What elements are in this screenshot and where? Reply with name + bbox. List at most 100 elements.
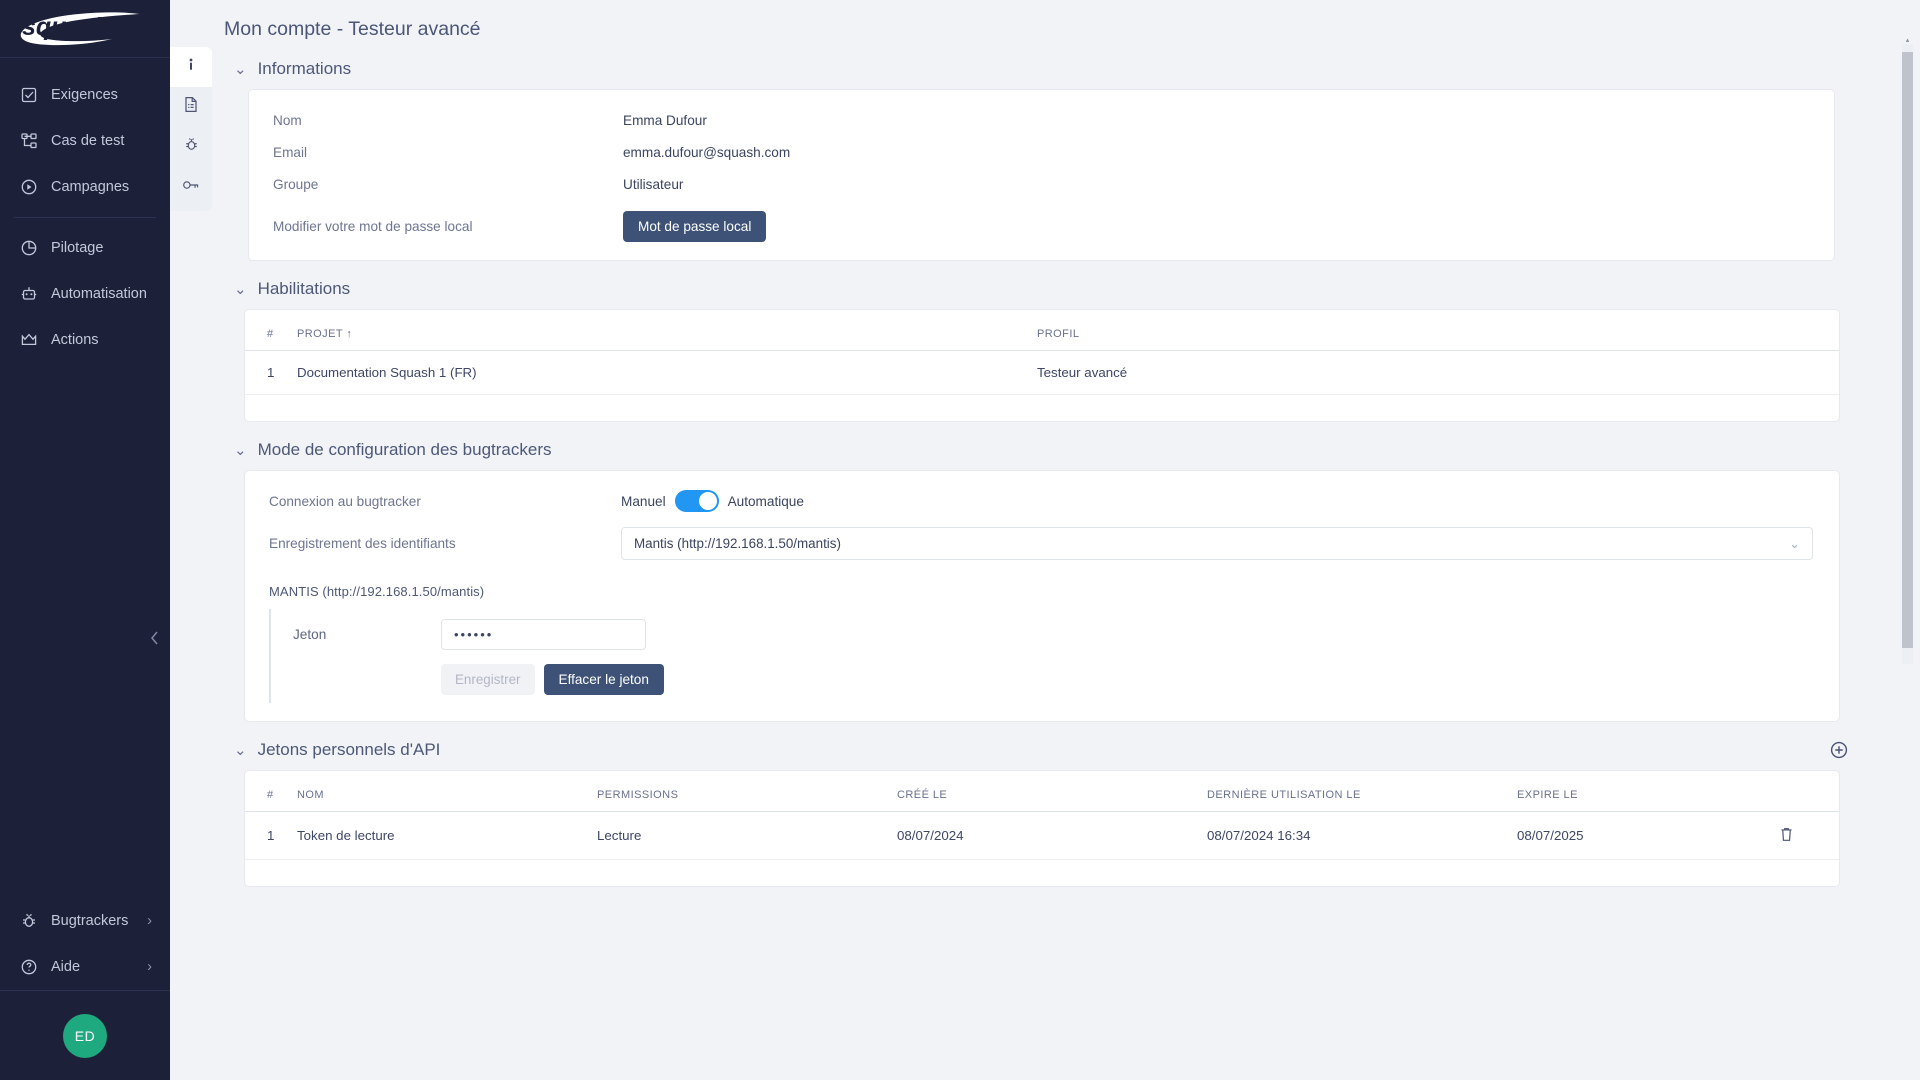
section-bugtrackers: ⌄ Mode de configuration des bugtrackers …: [212, 430, 1880, 722]
avatar-row: ED: [0, 990, 170, 1080]
sidebar-collapse-button[interactable]: [144, 628, 164, 648]
field-value: Emma Dufour: [623, 113, 707, 128]
bugtrackers-card: Connexion au bugtracker Manuel Automatiq…: [244, 470, 1840, 722]
table-row[interactable]: 1 Token de lecture Lecture 08/07/2024 08…: [245, 812, 1839, 860]
field-label: Modifier votre mot de passe local: [273, 219, 623, 234]
question-circle-icon: [19, 958, 38, 977]
row-enregistrement-identifiants: Enregistrement des identifiants Mantis (…: [245, 527, 1839, 560]
col-profil[interactable]: PROFIL: [1037, 310, 1839, 351]
rail-item-document[interactable]: [170, 87, 212, 127]
bugtracker-select[interactable]: Mantis (http://192.168.1.50/mantis) ⌄: [621, 527, 1813, 560]
pie-chart-icon: [19, 239, 38, 258]
cell-expire-le: 08/07/2025: [1517, 812, 1779, 860]
sidebar-item-label: Actions: [51, 332, 99, 348]
bug-icon: [183, 136, 200, 158]
field-value: emma.dufour@squash.com: [623, 145, 790, 160]
cell-projet: Documentation Squash 1 (FR): [297, 351, 1037, 395]
document-icon: [183, 96, 199, 118]
section-title: Informations: [258, 59, 352, 79]
section-header-habilitations[interactable]: ⌄ Habilitations: [212, 269, 1880, 309]
section-header-informations[interactable]: ⌄ Informations: [212, 49, 1880, 89]
rail-item-key[interactable]: [170, 167, 212, 207]
chevron-down-icon: ⌄: [234, 743, 247, 758]
field-value: Utilisateur: [623, 177, 683, 192]
habilitations-table: # PROJET ↑ PROFIL 1 Documentation Squash…: [245, 310, 1839, 395]
toggle-knob: [699, 492, 717, 510]
sidebar-item-bugtrackers[interactable]: Bugtrackers ›: [0, 898, 170, 944]
section-api-tokens: ⌄ Jetons personnels d'API # NOM PERMISSI…: [212, 730, 1880, 887]
col-projet[interactable]: PROJET ↑: [297, 310, 1037, 351]
section-header-api-tokens[interactable]: ⌄ Jetons personnels d'API: [212, 730, 1880, 770]
sidebar-item-label: Cas de test: [51, 133, 124, 149]
cell-nom: Token de lecture: [297, 812, 597, 860]
sidebar-item-actions[interactable]: Actions: [0, 317, 170, 363]
col-index[interactable]: #: [245, 771, 297, 812]
robot-icon: [19, 285, 38, 304]
sidebar-divider: [14, 217, 156, 218]
chevron-down-icon: ⌄: [234, 62, 247, 77]
connexion-toggle-group: Manuel Automatique: [621, 490, 804, 512]
col-cree-le[interactable]: CRÉÉ LE: [897, 771, 1207, 812]
sidebar-item-label: Pilotage: [51, 240, 103, 256]
vertical-scrollbar[interactable]: ▴: [1902, 44, 1913, 664]
scroll-up-arrow-icon[interactable]: ▴: [1902, 36, 1913, 44]
section-title: Jetons personnels d'API: [258, 740, 441, 760]
col-actions: [1779, 771, 1839, 812]
row-jeton: Jeton: [271, 615, 1839, 654]
toggle-off-label: Manuel: [621, 494, 666, 509]
clear-jeton-button[interactable]: Effacer le jeton: [544, 664, 664, 695]
local-password-button[interactable]: Mot de passe local: [623, 211, 766, 242]
main-scroll-area: Mon compte - Testeur avancé ⌄ Informatio…: [212, 0, 1920, 1080]
field-label: Nom: [273, 113, 623, 128]
col-permissions[interactable]: PERMISSIONS: [597, 771, 897, 812]
sidebar-item-automatisation[interactable]: Automatisation: [0, 271, 170, 317]
brand-logo[interactable]: squash squash: [0, 0, 170, 58]
field-label: Groupe: [273, 177, 623, 192]
field-label: Jeton: [293, 627, 441, 642]
col-expire-le[interactable]: EXPIRE LE: [1517, 771, 1779, 812]
field-label: Enregistrement des identifiants: [269, 536, 621, 551]
sidebar-item-label: Aide: [51, 959, 80, 975]
squash-logo-icon: squash squash: [14, 9, 146, 49]
col-derniere-utilisation[interactable]: DERNIÈRE UTILISATION LE: [1207, 771, 1517, 812]
table-footer-space: [245, 395, 1839, 421]
chevron-down-icon: ⌄: [234, 443, 247, 458]
cell-actions: [1779, 812, 1839, 860]
sidebar-item-cas-de-test[interactable]: Cas de test: [0, 118, 170, 164]
secondary-icon-rail: [170, 0, 212, 1080]
info-icon: [183, 57, 199, 78]
api-tokens-table: # NOM PERMISSIONS CRÉÉ LE DERNIÈRE UTILI…: [245, 771, 1839, 860]
col-index[interactable]: #: [245, 310, 297, 351]
sidebar-item-exigences[interactable]: Exigences: [0, 72, 170, 118]
scrollbar-thumb[interactable]: [1902, 52, 1913, 648]
avatar[interactable]: ED: [63, 1014, 107, 1058]
add-token-button[interactable]: [1830, 741, 1848, 759]
sidebar-item-label: Automatisation: [51, 286, 147, 302]
habilitations-card: # PROJET ↑ PROFIL 1 Documentation Squash…: [244, 309, 1840, 422]
table-header-row: # NOM PERMISSIONS CRÉÉ LE DERNIÈRE UTILI…: [245, 771, 1839, 812]
table-row[interactable]: 1 Documentation Squash 1 (FR) Testeur av…: [245, 351, 1839, 395]
sidebar-item-aide[interactable]: Aide ›: [0, 944, 170, 990]
save-jeton-button[interactable]: Enregistrer: [441, 664, 535, 695]
app-root: squash squash Exigences Cas de test: [0, 0, 1920, 1080]
chevron-right-icon: ›: [147, 913, 152, 929]
cell-derniere-utilisation: 08/07/2024 16:34: [1207, 812, 1517, 860]
jeton-input[interactable]: [441, 619, 646, 650]
select-value: Mantis (http://192.168.1.50/mantis): [634, 536, 841, 551]
section-title: Habilitations: [258, 279, 351, 299]
col-nom[interactable]: NOM: [297, 771, 597, 812]
row-connexion-bugtracker: Connexion au bugtracker Manuel Automatiq…: [245, 485, 1839, 517]
rail-item-info[interactable]: [170, 47, 212, 87]
main-content: Mon compte - Testeur avancé ⌄ Informatio…: [212, 0, 1920, 1080]
cell-cree-le: 08/07/2024: [897, 812, 1207, 860]
rail-item-bug[interactable]: [170, 127, 212, 167]
sidebar-item-pilotage[interactable]: Pilotage: [0, 225, 170, 271]
sidebar-item-campagnes[interactable]: Campagnes: [0, 164, 170, 210]
play-circle-icon: [19, 178, 38, 197]
connexion-mode-toggle[interactable]: [675, 490, 719, 512]
delete-token-button[interactable]: [1779, 826, 1794, 842]
sitemap-icon: [19, 132, 38, 151]
chevron-down-icon: ⌄: [234, 282, 247, 297]
section-header-bugtrackers[interactable]: ⌄ Mode de configuration des bugtrackers: [212, 430, 1880, 470]
informations-card: Nom Emma Dufour Email emma.dufour@squash…: [248, 89, 1835, 261]
